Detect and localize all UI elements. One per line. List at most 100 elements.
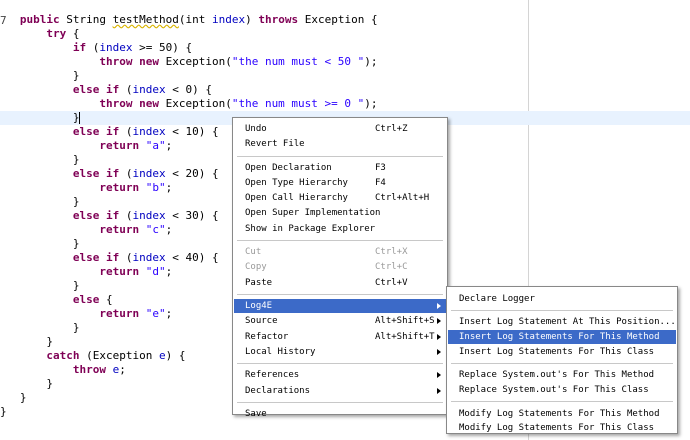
menu-separator bbox=[237, 240, 443, 242]
menu-item-label: Open Type Hierarchy bbox=[245, 178, 348, 188]
menu-item-insert-log-statements-for-this-method[interactable]: Insert Log Statements For This Method bbox=[448, 330, 676, 345]
menu-item-modify-log-statements-for-this-class[interactable]: Modify Log Statements For This Class bbox=[448, 421, 676, 435]
menu-item-source[interactable]: Source Alt+Shift+S bbox=[234, 314, 446, 328]
code-line: } bbox=[0, 69, 80, 83]
menu-item-references[interactable]: References bbox=[234, 368, 446, 382]
code-token: (int bbox=[178, 13, 212, 26]
code-token: else bbox=[72, 83, 100, 96]
menu-item-paste[interactable]: Paste Ctrl+V bbox=[234, 276, 446, 290]
code-token: index bbox=[132, 251, 166, 264]
code-token: { bbox=[66, 27, 80, 40]
code-token: "the num must < 50 " bbox=[231, 55, 365, 68]
menu-item-label: Source bbox=[245, 316, 278, 327]
menu-item-declare-logger[interactable]: Declare Logger bbox=[448, 292, 676, 306]
menu-item-declarations[interactable]: Declarations bbox=[234, 384, 446, 398]
menu-item-modify-log-statements-for-this-method[interactable]: Modify Log Statements For This Method bbox=[448, 407, 676, 421]
text-caret bbox=[79, 112, 81, 124]
code-token: Exception( bbox=[158, 55, 232, 68]
menu-item-label: Insert Log Statement At This Position... bbox=[459, 317, 676, 328]
code-token: } bbox=[0, 111, 80, 124]
code-token: index bbox=[132, 83, 166, 96]
code-line: } bbox=[0, 377, 53, 391]
menu-item-open-super-implementation[interactable]: Open Super Implementation bbox=[234, 206, 446, 220]
menu-item-label: Cut bbox=[245, 247, 262, 258]
menu-item-label: Show in Package Explorer bbox=[245, 223, 376, 234]
menu-item-open-call-hierarchy[interactable]: Open Call Hierarchy Ctrl+Alt+H bbox=[234, 191, 446, 205]
menu-separator bbox=[237, 402, 443, 404]
code-token: else bbox=[72, 293, 100, 306]
menu-separator bbox=[451, 401, 673, 404]
menu-item-shortcut: Ctrl+Z bbox=[375, 124, 408, 134]
menu-separator bbox=[451, 363, 673, 366]
code-token: ; bbox=[165, 307, 173, 320]
code-token: if bbox=[105, 83, 120, 96]
menu-item-show-in-package-explorer[interactable]: Show in Package Explorer bbox=[234, 222, 446, 236]
submenu-arrow-icon bbox=[437, 303, 441, 310]
menu-item-revert-file[interactable]: Revert File bbox=[234, 137, 446, 151]
code-line: throw new Exception("the num must < 50 "… bbox=[0, 55, 377, 69]
code-token: < 30) { bbox=[165, 209, 219, 222]
menu-item-log4e[interactable]: Log4E bbox=[234, 299, 446, 314]
code-token: ( bbox=[119, 125, 133, 138]
code-token: Exception( bbox=[158, 97, 232, 110]
code-token: if bbox=[72, 41, 87, 54]
menu-item-label: Paste bbox=[245, 277, 273, 288]
code-line: else if (index < 40) { bbox=[0, 251, 219, 265]
code-line: else { bbox=[0, 293, 113, 307]
code-line: else if (index < 30) { bbox=[0, 209, 219, 223]
menu-item-insert-log-statement-at-this-position[interactable]: Insert Log Statement At This Position... bbox=[448, 315, 676, 329]
menu-item-label: Open Declaration bbox=[245, 162, 332, 173]
code-token: >= 50) { bbox=[132, 41, 193, 54]
code-line: return "c"; bbox=[0, 223, 172, 237]
code-token: } bbox=[0, 321, 80, 334]
menu-item-label: Revert File bbox=[245, 139, 305, 150]
menu-item-open-type-hierarchy[interactable]: Open Type Hierarchy F4 bbox=[234, 176, 446, 190]
code-line: else if (index < 20) { bbox=[0, 167, 219, 181]
code-token: < 40) { bbox=[165, 251, 219, 264]
menu-item-open-declaration[interactable]: Open Declaration F3 bbox=[234, 161, 446, 175]
code-token: return bbox=[99, 139, 140, 152]
menu-item-local-history[interactable]: Local History bbox=[234, 345, 446, 359]
code-line: } bbox=[0, 153, 80, 167]
menu-separator bbox=[237, 363, 443, 366]
code-line: } bbox=[0, 405, 7, 419]
menu-item-refactor[interactable]: Refactor Alt+Shift+T bbox=[234, 330, 446, 344]
menu-item-label: Open Super Implementation bbox=[245, 208, 381, 219]
code-token: } bbox=[0, 335, 53, 348]
menu-item-label: Insert Log Statements For This Method bbox=[459, 332, 660, 343]
menu-item-replace-system-out-s-for-this-class[interactable]: Replace System.out's For This Class bbox=[448, 383, 676, 397]
menu-item-shortcut: Ctrl+X bbox=[375, 247, 408, 258]
code-line: try { bbox=[0, 27, 79, 41]
code-token: catch bbox=[46, 349, 80, 362]
menu-item-replace-system-out-s-for-this-method[interactable]: Replace System.out's For This Method bbox=[448, 368, 676, 382]
code-token: ) bbox=[245, 13, 259, 26]
code-line: } bbox=[0, 391, 27, 405]
menu-item-label: Undo bbox=[245, 124, 267, 134]
code-token: ); bbox=[364, 97, 378, 110]
menu-item-save[interactable]: Save bbox=[234, 407, 446, 421]
menu-separator bbox=[451, 310, 673, 313]
code-token: "d" bbox=[145, 265, 166, 278]
code-token: } bbox=[0, 279, 80, 292]
code-token: "b" bbox=[145, 181, 166, 194]
code-token: String bbox=[59, 13, 113, 26]
menu-item-insert-log-statements-for-this-class[interactable]: Insert Log Statements For This Class bbox=[448, 345, 676, 359]
code-token: ; bbox=[165, 181, 173, 194]
menu-item-label: Refactor bbox=[245, 331, 289, 342]
code-token: if bbox=[105, 209, 120, 222]
menu-item-undo[interactable]: Undo Ctrl+Z bbox=[234, 122, 446, 136]
code-token: else bbox=[72, 209, 100, 222]
menu-item-shortcut: Ctrl+Alt+H bbox=[375, 193, 430, 204]
code-token: ; bbox=[119, 363, 126, 376]
